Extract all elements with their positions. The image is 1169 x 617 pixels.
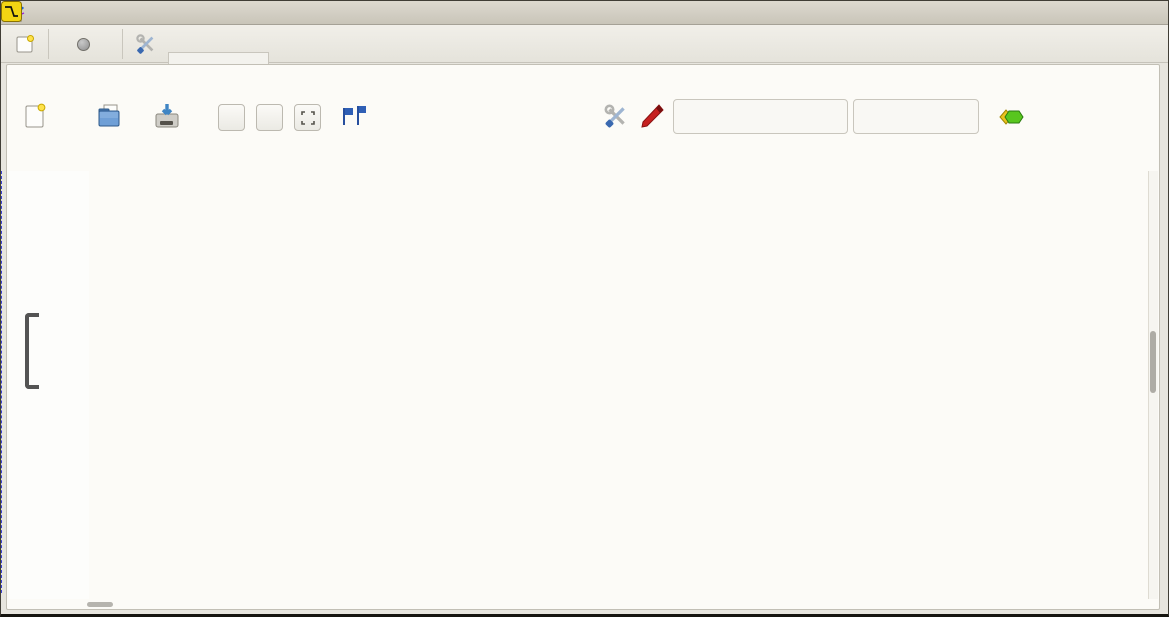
pulseview-window [0, 0, 1169, 617]
trigger-marker[interactable] [1, 1, 22, 22]
vertical-scrollbar-handle[interactable] [1150, 331, 1156, 393]
time-cursor[interactable] [1, 171, 2, 593]
trace-overlay [1, 1, 1169, 617]
horizontal-scrollbar-handle[interactable] [87, 602, 113, 607]
falling-edge-trigger-icon [1, 1, 22, 22]
